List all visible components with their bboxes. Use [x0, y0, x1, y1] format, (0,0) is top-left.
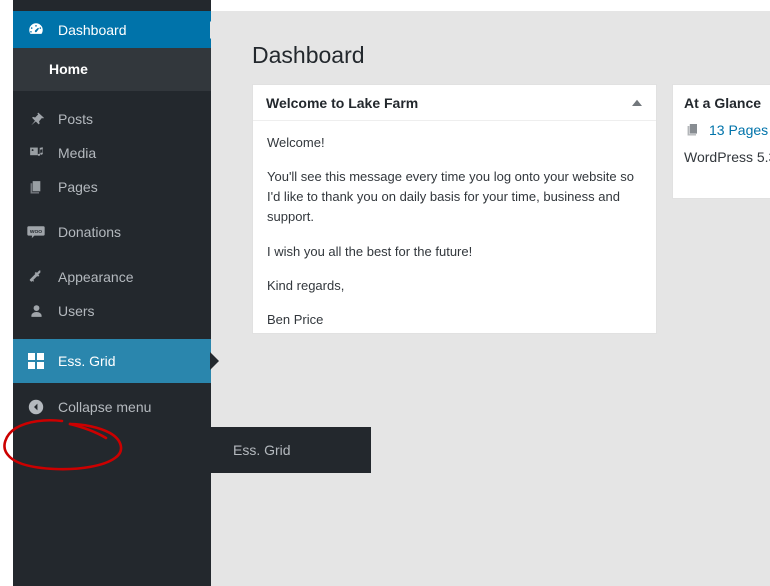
- sidebar-item-ess-grid[interactable]: Ess. Grid: [13, 339, 211, 383]
- sidebar-gap-2: [13, 204, 211, 215]
- sidebar-gap-3: [13, 249, 211, 260]
- page-title: Dashboard: [252, 42, 365, 68]
- sidebar-item-appearance[interactable]: Appearance: [13, 260, 211, 294]
- dashboard-submenu: Home: [13, 48, 211, 91]
- left-gutter: [0, 0, 13, 586]
- woocommerce-icon: WOO: [26, 222, 46, 242]
- sidebar-gap-1: [13, 91, 211, 102]
- at-a-glance-title: At a Glance: [684, 95, 762, 111]
- pages-icon: [684, 121, 702, 139]
- sidebar-item-label: Ess. Grid: [58, 353, 116, 369]
- pages-count-link[interactable]: 13 Pages: [709, 122, 768, 138]
- collapse-menu-label: Collapse menu: [58, 399, 152, 415]
- sidebar-item-pages[interactable]: Pages: [13, 170, 211, 204]
- collapse-menu-button[interactable]: Collapse menu: [13, 390, 211, 424]
- welcome-paragraph: Kind regards,: [267, 277, 345, 293]
- sidebar-gap-4: [13, 328, 211, 339]
- at-a-glance-panel: At a Glance 13 Pages WordPress 5.3: [672, 84, 770, 199]
- dashboard-icon: [26, 20, 46, 40]
- sidebar-item-label: Posts: [58, 111, 94, 127]
- sidebar-item-label: Media: [58, 145, 97, 161]
- sidebar-item-donations[interactable]: WOO Donations: [13, 215, 211, 249]
- welcome-panel-body: Welcome! You'll see this message every t…: [253, 121, 656, 330]
- welcome-signature: Ben Price: [267, 311, 324, 327]
- sidebar-gap-5: [13, 383, 211, 390]
- sidebar-item-posts[interactable]: Posts: [13, 102, 211, 136]
- grid-icon: [26, 351, 46, 371]
- welcome-panel: Welcome to Lake Farm Welcome! You'll see…: [252, 84, 657, 334]
- welcome-panel-title: Welcome to Lake Farm: [266, 94, 419, 111]
- flyout-item-ess-grid[interactable]: Ess. Grid: [211, 442, 291, 458]
- at-a-glance-pages-row[interactable]: 13 Pages: [673, 121, 770, 139]
- sidebar-item-label: Users: [58, 303, 95, 319]
- admin-sidebar: Dashboard Home Posts Media Pages WOO Don…: [13, 0, 211, 586]
- sidebar-item-dashboard[interactable]: Dashboard: [13, 11, 211, 48]
- sidebar-item-label: Dashboard: [58, 21, 127, 38]
- paintbrush-icon: [26, 267, 46, 287]
- wordpress-admin-screen: Dashboard Home Posts Media Pages WOO Don…: [0, 0, 770, 586]
- sidebar-item-media[interactable]: Media: [13, 136, 211, 170]
- sidebar-subitem-home[interactable]: Home: [13, 55, 211, 83]
- user-icon: [26, 301, 46, 321]
- welcome-paragraph: Welcome!: [267, 135, 325, 150]
- sidebar-item-label: Pages: [58, 179, 98, 195]
- pages-icon: [26, 177, 46, 197]
- at-a-glance-header: At a Glance: [673, 85, 770, 121]
- welcome-panel-header: Welcome to Lake Farm: [253, 85, 656, 121]
- welcome-paragraph: You'll see this message every time you l…: [267, 169, 634, 225]
- sidebar-item-label: Appearance: [58, 269, 134, 285]
- sidebar-item-label: Donations: [58, 224, 122, 240]
- svg-text:WOO: WOO: [30, 229, 42, 235]
- sidebar-item-users[interactable]: Users: [13, 294, 211, 328]
- media-icon: [26, 143, 46, 163]
- collapse-arrow-icon: [26, 397, 46, 417]
- pin-icon: [26, 109, 46, 129]
- sidebar-top-spacer: [13, 0, 211, 11]
- welcome-paragraph: I wish you all the best for the future!: [267, 243, 473, 259]
- wordpress-version-label: WordPress 5.3: [684, 149, 770, 165]
- ess-grid-flyout-submenu[interactable]: Ess. Grid: [211, 427, 371, 473]
- chevron-up-icon[interactable]: [628, 94, 646, 112]
